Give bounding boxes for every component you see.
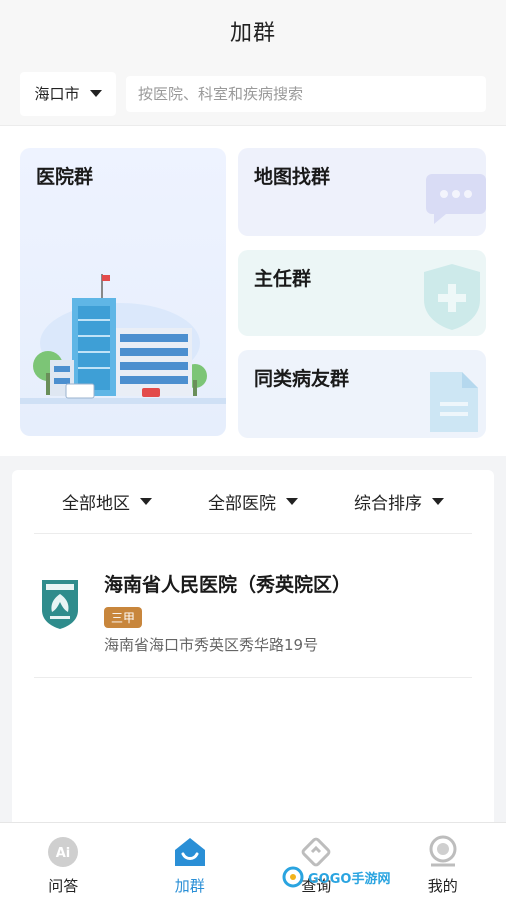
list-item[interactable]: 海南省人民医院（秀英院区） 三甲 海南省海口市秀英区秀华路19号 [34,534,472,678]
tab-mine-label: 我的 [427,877,458,895]
chevron-down-icon [286,498,298,505]
patient-group-card[interactable]: 同类病友群 [238,350,486,438]
document-icon [430,372,478,432]
tab-join-group[interactable]: 加群 [127,823,254,900]
hospital-address: 海南省海口市秀英区秀华路19号 [104,636,319,654]
region-filter[interactable]: 全部地区 [62,489,152,514]
sort-filter-label: 综合排序 [354,494,422,514]
hospital-name: 海南省人民医院（秀英院区） [104,574,352,596]
group-cards: 医院群 地图找群 主任群 同类病友群 [0,126,506,456]
sort-filter[interactable]: 综合排序 [354,489,444,514]
tab-query[interactable]: 查询 [253,823,380,900]
svg-text:Ai: Ai [56,846,71,861]
tab-query-label: 查询 [301,877,332,895]
top-header: 加群 [0,0,506,62]
page-title: 加群 [229,21,276,46]
director-group-label: 主任群 [254,268,312,290]
map-group-label: 地图找群 [254,166,331,188]
hospital-list-panel: 全部地区 全部医院 综合排序 海南省人民医院（秀英院区） 三甲 海南省海口市秀英… [12,470,494,830]
region-filter-label: 全部地区 [62,494,130,514]
city-label: 海口市 [34,85,80,103]
director-group-card[interactable]: 主任群 [238,250,486,336]
tab-join-group-label: 加群 [174,877,205,895]
hospital-filter-label: 全部医院 [208,494,276,514]
ai-icon: Ai [46,835,80,869]
hospital-info: 海南省人民医院（秀英院区） 三甲 海南省海口市秀英区秀华路19号 [104,570,351,655]
tab-qa-label: 问答 [48,877,79,895]
chevron-down-icon [432,498,444,505]
chat-bubble-icon [426,174,486,224]
diamond-icon [299,835,333,869]
hospital-building-icon [20,274,226,404]
search-input[interactable] [126,75,486,112]
hospital-logo-icon [42,580,78,629]
filter-bar: 全部地区 全部医院 综合排序 [34,470,472,534]
hospital-group-card[interactable]: 医院群 [20,148,226,436]
grade-badge: 三甲 [104,607,143,628]
tab-qa[interactable]: Ai 问答 [0,823,127,900]
patient-group-label: 同类病友群 [254,368,350,390]
chevron-down-icon [89,90,102,97]
shield-plus-icon [424,264,480,330]
city-dropdown[interactable]: 海口市 [20,71,116,116]
user-icon [426,835,460,869]
bottom-tab-bar: Ai 问答 加群 查询 我的 [0,822,506,900]
search-bar: 海口市 [0,62,506,126]
hospital-filter[interactable]: 全部医院 [208,489,298,514]
tab-mine[interactable]: 我的 [380,823,506,900]
group-icon [173,835,207,869]
map-group-card[interactable]: 地图找群 [238,148,486,236]
chevron-down-icon [140,498,152,505]
